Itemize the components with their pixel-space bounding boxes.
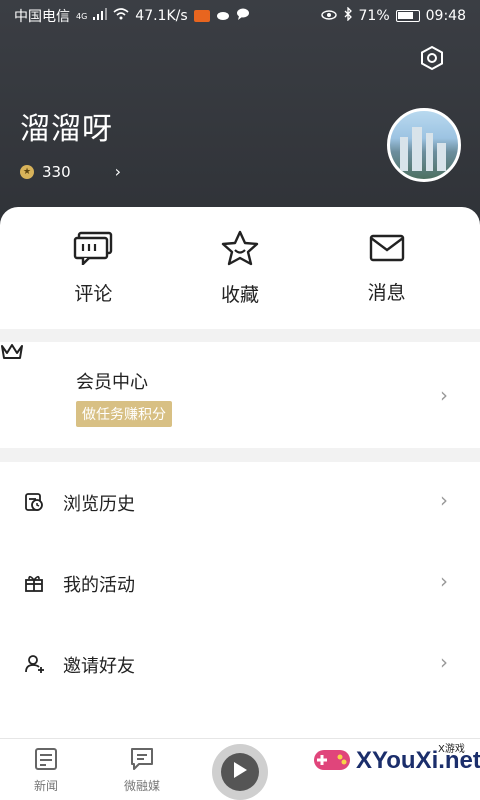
tab-label: 微融媒 [124,779,161,793]
carrier-label: 中国电信 [14,9,70,25]
chevron-right-icon: › [440,488,448,512]
avatar[interactable] [387,108,461,182]
menu-item-history[interactable]: 浏览历史 › [0,462,480,542]
cloud-icon [216,8,230,24]
tab-micro-media[interactable]: 微融媒 [124,747,160,794]
comment-icon [73,231,113,269]
clock: 09:48 [425,8,466,24]
quick-actions: 评论 收藏 消息 [0,207,480,329]
play-button[interactable] [212,744,268,800]
quick-action-label: 收藏 [220,283,259,306]
chevron-right-icon: › [440,650,448,674]
earn-points-badge[interactable]: 做任务赚积分 [76,401,172,427]
quick-action-label: 消息 [367,281,406,304]
member-center-title: 会员中心 [76,372,148,393]
quick-action-message[interactable]: 消息 [337,232,437,305]
member-center-row[interactable] [0,342,480,448]
gift-icon [24,573,44,597]
menu-list: 浏览历史 › 我的活动 › 邀请好友 › [0,462,480,738]
menu-item-activities[interactable]: 我的活动 › [0,543,480,623]
chat-icon [130,747,154,774]
net-speed: 47.1K/s [135,8,188,24]
quick-action-favorite[interactable]: 收藏 [190,230,290,307]
quick-action-comment[interactable]: 评论 [43,231,143,306]
tab-label: 新闻 [34,779,59,793]
message-notification-icon [236,8,250,24]
settings-icon[interactable] [416,42,448,74]
bluetooth-icon [343,6,353,25]
gamepad-logo-icon [312,744,352,778]
signal-icon [93,8,108,24]
menu-item-invite[interactable]: 邀请好友 › [0,624,480,704]
star-icon [220,230,260,270]
watermark-tag: X游戏 [438,744,465,755]
username: 溜溜呀 [20,112,113,147]
news-icon [34,747,58,774]
chevron-right-icon: › [114,162,122,181]
play-icon [232,761,248,783]
menu-item-label: 我的活动 [63,575,135,596]
watermark: XYouXi.net X游戏 [312,744,480,778]
status-bar: 中国电信 4G 47.1K/s 71% 09:48 [0,0,480,32]
battery-percent: 71% [358,8,390,24]
mail-icon [367,232,407,268]
points-row[interactable]: ★ 330 › [20,162,121,181]
menu-item-label: 邀请好友 [63,656,135,677]
points-value: 330 [42,162,71,181]
menu-item-label: 浏览历史 [63,494,135,515]
battery-icon [395,10,420,22]
network-type: 4G [76,11,88,21]
chevron-right-icon: › [440,569,448,593]
chevron-right-icon: › [440,383,448,407]
tab-news[interactable]: 新闻 [34,747,58,794]
points-coin-icon: ★ [20,164,34,179]
invite-icon [24,654,46,678]
crown-icon [0,342,24,366]
history-icon [24,492,44,516]
quick-action-label: 评论 [74,282,113,305]
app-notification-icon [193,10,210,22]
wifi-icon [113,8,129,24]
eye-icon [320,8,337,24]
